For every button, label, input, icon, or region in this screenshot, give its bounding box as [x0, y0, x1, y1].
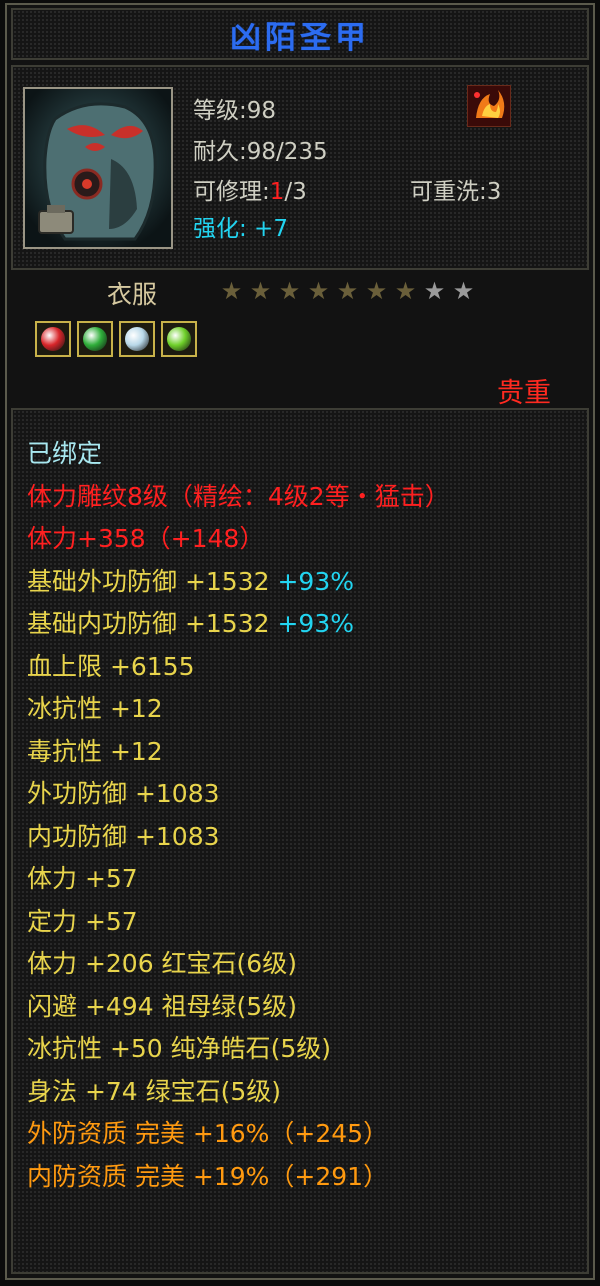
- star-filled-icon: ★: [336, 277, 359, 305]
- stat-text: 体力 +206 红宝石(6级): [27, 949, 297, 978]
- repair-line: 可修理:1/3: [193, 172, 307, 206]
- enhance-value: : +7: [239, 216, 288, 242]
- stat-text: 闪避 +494 祖母绿(5级): [27, 991, 297, 1021]
- stat-text: 内功防御 +1083: [27, 821, 220, 851]
- rewash-label: 可重洗: [410, 179, 479, 205]
- stat-line: 血上限 +6155: [27, 647, 195, 683]
- stat-line: 毒抗性 +12: [27, 732, 163, 768]
- stat-text: 定力 +57: [27, 906, 138, 936]
- stats-panel: 已绑定体力雕纹8级（精绘：4级2等・猛击） 体力+358（+148） 基础外功防御 …: [11, 408, 589, 1274]
- star-filled-icon: ★: [394, 277, 417, 305]
- stat-line: 外防资质 完美 +16%（+245）: [27, 1114, 388, 1150]
- green-stone-gem-icon: [167, 327, 191, 351]
- stat-text: 冰抗性 +12: [27, 694, 163, 723]
- pure-white-gem-icon: [125, 327, 149, 351]
- stat-text: 体力 +57: [27, 864, 138, 893]
- durability-label: 耐久: [193, 139, 239, 165]
- durability-line: 耐久:98/235: [193, 132, 328, 166]
- stat-text: 内防资质 完美 +19%（+291）: [27, 1161, 389, 1191]
- repair-current: 1: [269, 179, 285, 205]
- durability-value: :98/235: [239, 139, 328, 165]
- item-name: 凶陌圣甲: [230, 19, 370, 56]
- stat-text: 血上限 +6155: [27, 651, 195, 681]
- star-filled-icon: ★: [220, 277, 243, 305]
- rewash-value: :3: [479, 179, 502, 205]
- star-filled-icon: ★: [249, 277, 272, 305]
- star-filled-icon: ★: [278, 277, 301, 305]
- stat-line: 冰抗性 +50 纯净皓石(5级): [27, 1029, 331, 1065]
- star-filled-icon: ★: [307, 277, 330, 305]
- stat-line: 内防资质 完美 +19%（+291）: [27, 1157, 388, 1193]
- red-gem-icon: [41, 327, 65, 351]
- stat-line: 已绑定: [27, 434, 102, 470]
- stat-text: 基础内功防御 +1532: [27, 609, 270, 638]
- stat-text: 外防资质 完美 +16%（+245）: [27, 1119, 389, 1148]
- stat-text: 身法 +74 绿宝石(5级): [27, 1076, 282, 1106]
- stat-line: 外功防御 +1083: [27, 774, 220, 810]
- repair-label: 可修理: [193, 179, 262, 205]
- star-empty-icon: ★: [452, 277, 475, 305]
- stat-text: 体力雕纹8级（精绘：4级2等・猛击）: [27, 481, 450, 511]
- star-rating: ★ ★ ★ ★ ★ ★ ★ ★ ★: [217, 277, 478, 305]
- stat-line: 冰抗性 +12: [27, 689, 163, 725]
- stat-bonus-percent: +93%: [269, 566, 354, 596]
- stat-text: 冰抗性 +50 纯净皓石(5级): [27, 1034, 332, 1063]
- repair-colon: :: [262, 179, 270, 205]
- armor-mask-icon: [23, 87, 173, 249]
- item-header: 等级:98 耐久:98/235 可修理:1/3 可重洗:3 强化: +7: [11, 65, 589, 270]
- stat-bonus-percent: +93%: [269, 609, 354, 638]
- stat-line: 闪避 +494 祖母绿(5级): [27, 987, 297, 1023]
- stat-text: 外功防御 +1083: [27, 779, 220, 808]
- stat-text: 毒抗性 +12: [27, 736, 163, 766]
- gem-slot[interactable]: [119, 321, 155, 357]
- gem-slot[interactable]: [35, 321, 71, 357]
- green-gem-icon: [83, 327, 107, 351]
- star-empty-icon: ★: [423, 277, 446, 305]
- stat-text: 体力+358（+148）: [27, 524, 265, 553]
- level-line: 等级:98: [193, 91, 276, 125]
- level-value: :98: [239, 98, 277, 124]
- grade-label: 贵重: [497, 378, 551, 409]
- slot-label: 衣服: [107, 280, 158, 309]
- stat-line: 基础内功防御 +1532 +93%: [27, 604, 354, 640]
- gem-slot[interactable]: [77, 321, 113, 357]
- rewash-line: 可重洗:3: [410, 172, 501, 206]
- stat-line: 体力 +57: [27, 859, 138, 895]
- stat-line: 体力 +206 红宝石(6级): [27, 944, 297, 980]
- gem-slot[interactable]: [161, 321, 197, 357]
- item-tooltip: 凶陌圣甲 等级:98 耐久:98/235 可修理:1/3 可重洗:3 强化: +…: [5, 3, 595, 1280]
- level-label: 等级: [193, 98, 239, 124]
- stat-line: 内功防御 +1083: [27, 817, 220, 853]
- stat-text: 已绑定: [27, 439, 103, 468]
- stat-line: 定力 +57: [27, 902, 138, 938]
- gem-slots: [35, 321, 197, 357]
- stat-line: 身法 +74 绿宝石(5级): [27, 1072, 281, 1108]
- repair-max: /3: [284, 179, 307, 205]
- stat-line: 体力+358（+148）: [27, 519, 264, 555]
- stat-line: 基础外功防御 +1532 +93%: [27, 562, 354, 598]
- flame-class-icon: [467, 85, 511, 127]
- enhance-label: 强化: [193, 216, 239, 242]
- stat-line: 体力雕纹8级（精绘：4级2等・猛击）: [27, 477, 450, 513]
- star-filled-icon: ★: [365, 277, 388, 305]
- stat-text: 基础外功防御 +1532: [27, 566, 270, 596]
- title-bar: 凶陌圣甲: [11, 8, 589, 60]
- enhance-line: 强化: +7: [193, 209, 288, 243]
